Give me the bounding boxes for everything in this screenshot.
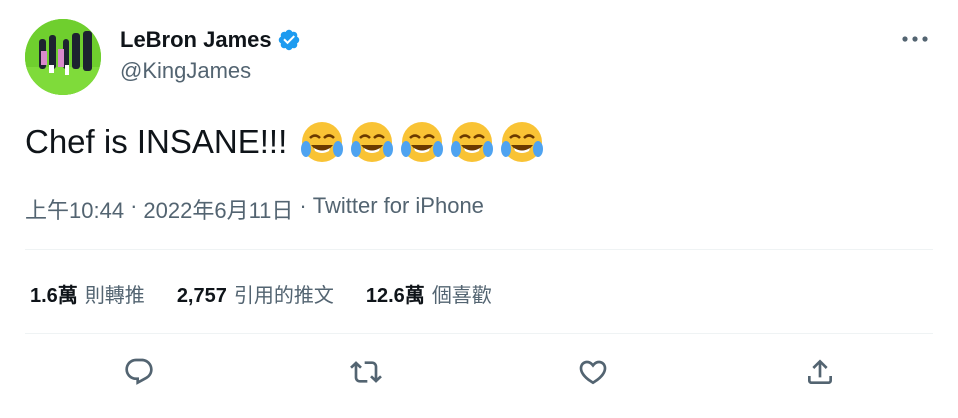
share-button[interactable] [798,350,842,394]
meta-separator: · [299,193,307,218]
more-icon [902,36,928,42]
meta-separator: · [130,193,138,218]
tweet-source[interactable]: Twitter for iPhone [313,193,484,225]
likes-count: 12.6萬 [365,285,425,307]
share-icon [807,359,832,384]
likes-label: 個喜歡 [431,285,492,307]
retweets-count: 1.6萬 [30,285,78,307]
tweet-actions [25,350,933,394]
tears-of-joy-emoji-icon [301,122,344,162]
quotes-count: 2,757 [176,285,227,307]
retweet-icon [349,361,382,383]
divider [25,333,933,334]
retweet-button[interactable] [344,350,388,394]
tweet-metadata: 上午10:44 · 2022年6月11日 · Twitter for iPhon… [25,193,484,225]
avatar-photo [25,19,101,95]
tweet-text-content: Chef is INSANE!!! [25,123,288,160]
reply-icon [124,358,153,385]
engagement-stats: 1.6萬 則轉推 2,757 引用的推文 12.6萬 個喜歡 [30,279,524,308]
like-button[interactable] [571,350,615,394]
tweet-text: Chef is INSANE!!! [25,118,545,166]
tears-of-joy-emoji-icon [351,122,394,162]
heart-icon [579,360,606,385]
tears-of-joy-emoji-icon [501,122,544,162]
quotes-label: 引用的推文 [233,285,334,307]
verified-badge-icon [277,28,301,52]
quotes-stat[interactable]: 2,757 引用的推文 [177,279,334,308]
tweet-date[interactable]: 2022年6月11日 [143,193,293,225]
divider [25,249,933,250]
author-name-row[interactable]: LeBron James [120,25,301,55]
emoji-group [295,119,545,165]
more-options-button[interactable] [898,28,932,50]
tears-of-joy-emoji-icon [451,122,494,162]
reply-button[interactable] [117,350,161,394]
author-handle[interactable]: @KingJames [120,58,251,84]
avatar[interactable] [25,19,101,95]
tweet-time[interactable]: 上午10:44 [25,193,124,225]
author-name[interactable]: LeBron James [120,27,272,53]
retweets-label: 則轉推 [84,285,145,307]
tears-of-joy-emoji-icon [401,122,444,162]
likes-stat[interactable]: 12.6萬 個喜歡 [366,279,492,308]
retweets-stat[interactable]: 1.6萬 則轉推 [30,279,145,308]
